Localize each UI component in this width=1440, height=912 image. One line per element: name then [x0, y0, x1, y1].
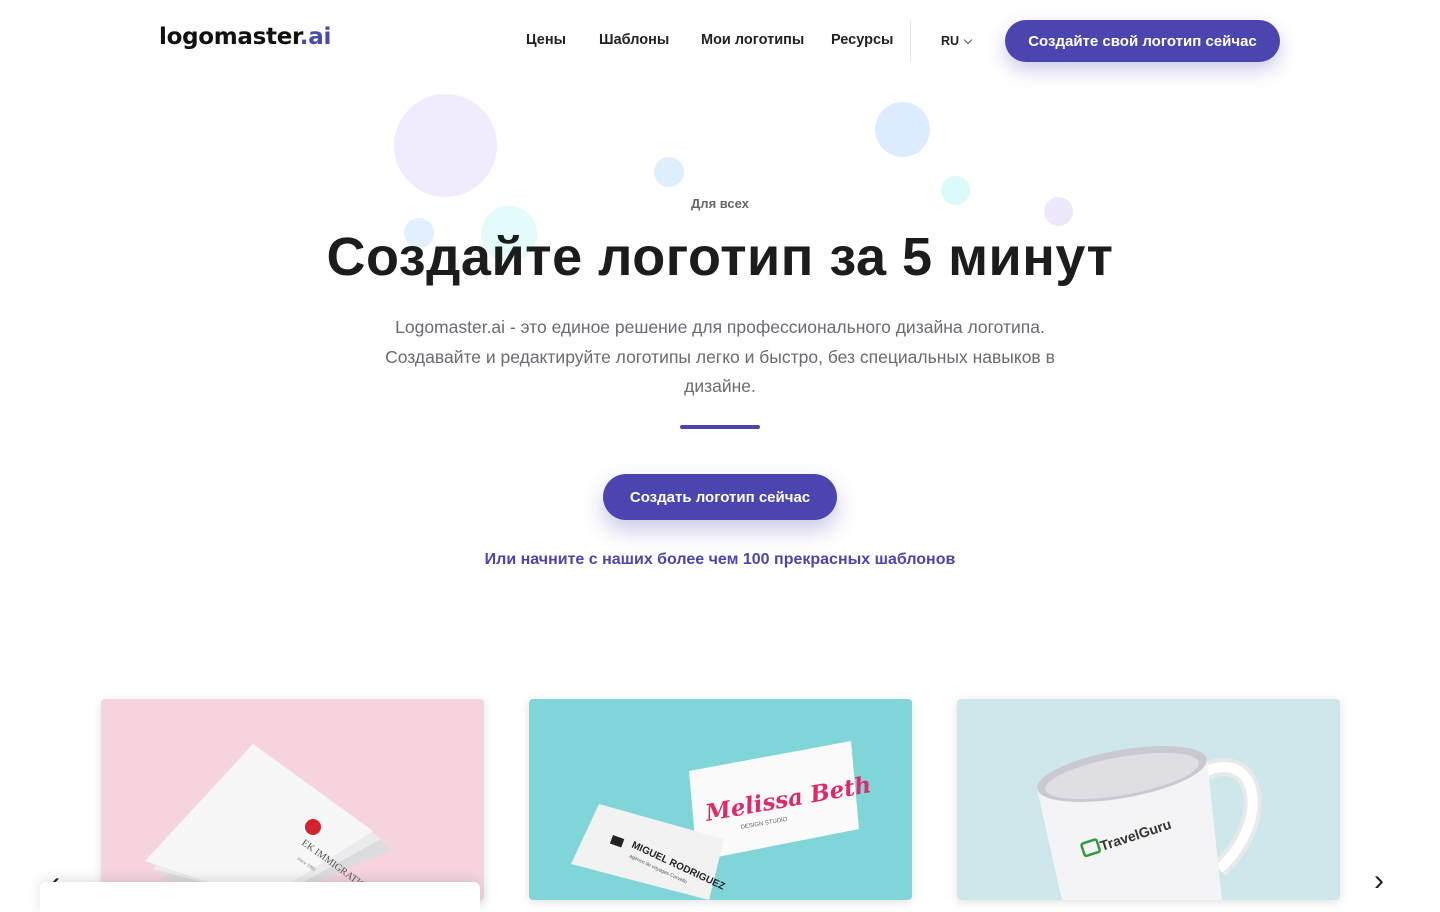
hero-description: Logomaster.ai - это единое решение для п…: [385, 317, 1055, 396]
create-logo-header-button[interactable]: Создайте свой логотип сейчас: [1005, 20, 1280, 62]
decor-bubble: [394, 94, 497, 197]
brand-suffix: .ai: [299, 24, 332, 50]
nav-item-my-logos[interactable]: Мои логотипы: [701, 32, 804, 48]
booklet-mockup-image: EK IMMIGRATION since 1985: [101, 699, 484, 900]
language-label: RU: [941, 34, 960, 48]
hero-eyebrow: Для всех: [691, 196, 749, 211]
brand-name: logomaster: [159, 24, 300, 50]
create-logo-button[interactable]: Создать логотип сейчас: [603, 474, 837, 520]
templates-link[interactable]: Или начните с наших более чем 100 прекра…: [0, 551, 1440, 569]
mug-mockup-image: TravelGuru: [957, 699, 1340, 900]
nav-divider: [910, 20, 911, 62]
decor-bubble: [654, 157, 684, 187]
template-card[interactable]: TravelGuru: [957, 699, 1340, 900]
hero-title: Создайте логотип за 5 минут: [326, 227, 1114, 287]
site-header: logomaster.ai Цены Шаблоны Мои логотипы …: [0, 0, 1440, 82]
template-card[interactable]: EK IMMIGRATION since 1985: [101, 699, 484, 900]
carousel-next-icon[interactable]: ›: [1374, 866, 1384, 896]
nav-item-prices[interactable]: Цены: [526, 32, 566, 48]
business-card-mockup-image: Melissa Beth DESIGN STUDIO MIGUEL RODRIG…: [529, 699, 912, 900]
brand-logo[interactable]: logomaster.ai: [159, 24, 331, 50]
nav-item-resources[interactable]: Ресурсы: [831, 32, 893, 48]
decor-bubble: [875, 102, 930, 157]
nav-item-templates[interactable]: Шаблоны: [599, 32, 669, 48]
hero-divider: [680, 425, 760, 429]
language-select[interactable]: RU: [941, 34, 973, 48]
chevron-down-icon: [963, 35, 973, 44]
template-card[interactable]: Melissa Beth DESIGN STUDIO MIGUEL RODRIG…: [529, 699, 912, 900]
bottom-popup-panel: [40, 882, 480, 912]
